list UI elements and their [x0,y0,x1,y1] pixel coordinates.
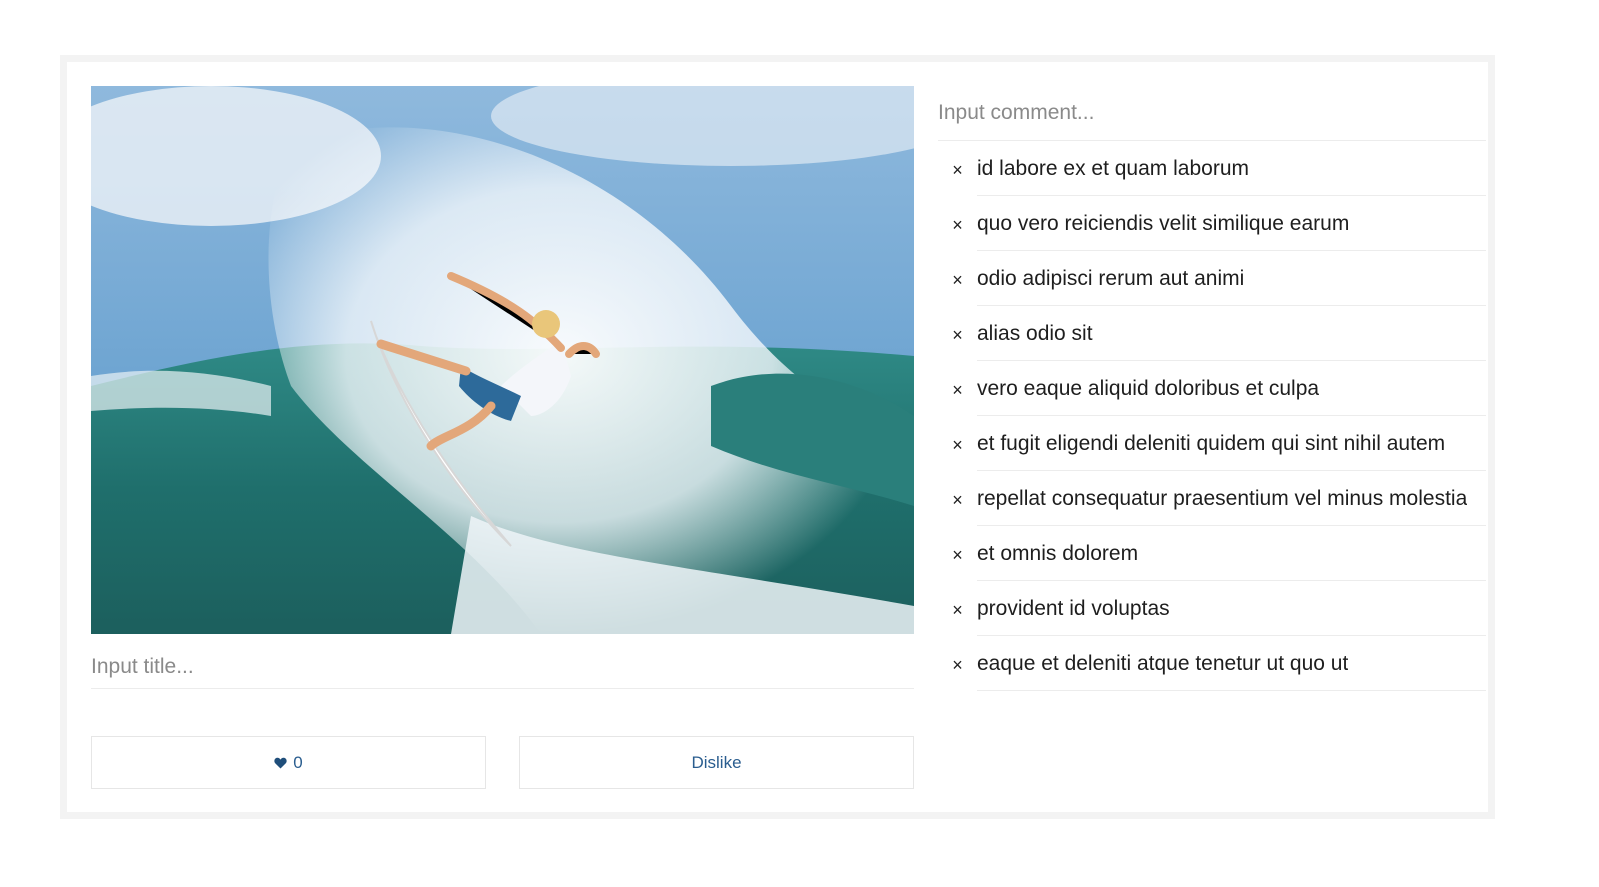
comment-text: provident id voluptas [977,596,1170,620]
like-button[interactable]: 0 [91,736,486,789]
comment-text: et fugit eligendi deleniti quidem qui si… [977,431,1446,455]
remove-comment-icon[interactable]: × [938,196,977,251]
remove-comment-icon[interactable]: × [938,471,977,526]
heart-icon [274,757,287,769]
remove-comment-icon[interactable]: × [938,416,977,471]
comment-item: × et omnis dolorem [938,526,1488,581]
comment-text: quo vero reiciendis velit similique earu… [977,211,1350,235]
comment-item: × id labore ex et quam laborum [938,141,1488,196]
comment-text: id labore ex et quam laborum [977,156,1249,180]
comment-text: alias odio sit [977,321,1093,345]
post-image [91,86,914,634]
post-card: 0 Dislike ×id labore ex et quam laborum×… [67,62,1488,812]
remove-comment-icon[interactable]: × [938,581,977,636]
comment-item: × eaque et deleniti atque tenetur ut quo … [938,636,1488,691]
remove-comment-icon[interactable]: × [938,636,977,691]
comment-text: repellat consequatur praesentium vel min… [977,486,1468,510]
title-input[interactable] [91,645,914,689]
post-card-frame: 0 Dislike ×id labore ex et quam laborum×… [60,55,1495,819]
surf-photo [91,86,914,634]
comment-text: eaque et deleniti atque tenetur ut quo u… [977,651,1349,675]
comment-text: odio adipisci rerum aut animi [977,266,1245,290]
remove-comment-icon[interactable]: × [938,306,977,361]
comment-item: × repellat consequatur praesentium vel mi… [938,471,1488,526]
comment-text: et omnis dolorem [977,541,1139,565]
comment-list: × id labore ex et quam laborum × quo vero r… [938,141,1488,691]
comment-item: × vero eaque aliquid doloribus et culpa [938,361,1488,416]
comment-item: × provident id voluptas [938,581,1488,636]
comment-item: × alias odio sit [938,306,1488,361]
like-count: 0 [293,752,303,772]
comment-item: × quo vero reiciendis velit similique ear… [938,196,1488,251]
remove-comment-icon[interactable]: × [938,526,977,581]
dislike-label: Dislike [691,752,742,772]
remove-comment-icon[interactable]: × [938,251,977,306]
remove-comment-icon[interactable]: × [938,361,977,416]
dislike-button[interactable]: Dislike [519,736,914,789]
comment-item: × et fugit eligendi deleniti quidem qui s… [938,416,1488,471]
comments-panel: ×id labore ex et quam laborum×quo vero r… [938,86,1488,706]
comment-text: vero eaque aliquid doloribus et culpa [977,376,1320,400]
remove-comment-icon[interactable]: × [938,141,977,196]
comment-item: × odio adipisci rerum aut animi [938,251,1488,306]
comment-input[interactable] [938,86,1486,141]
